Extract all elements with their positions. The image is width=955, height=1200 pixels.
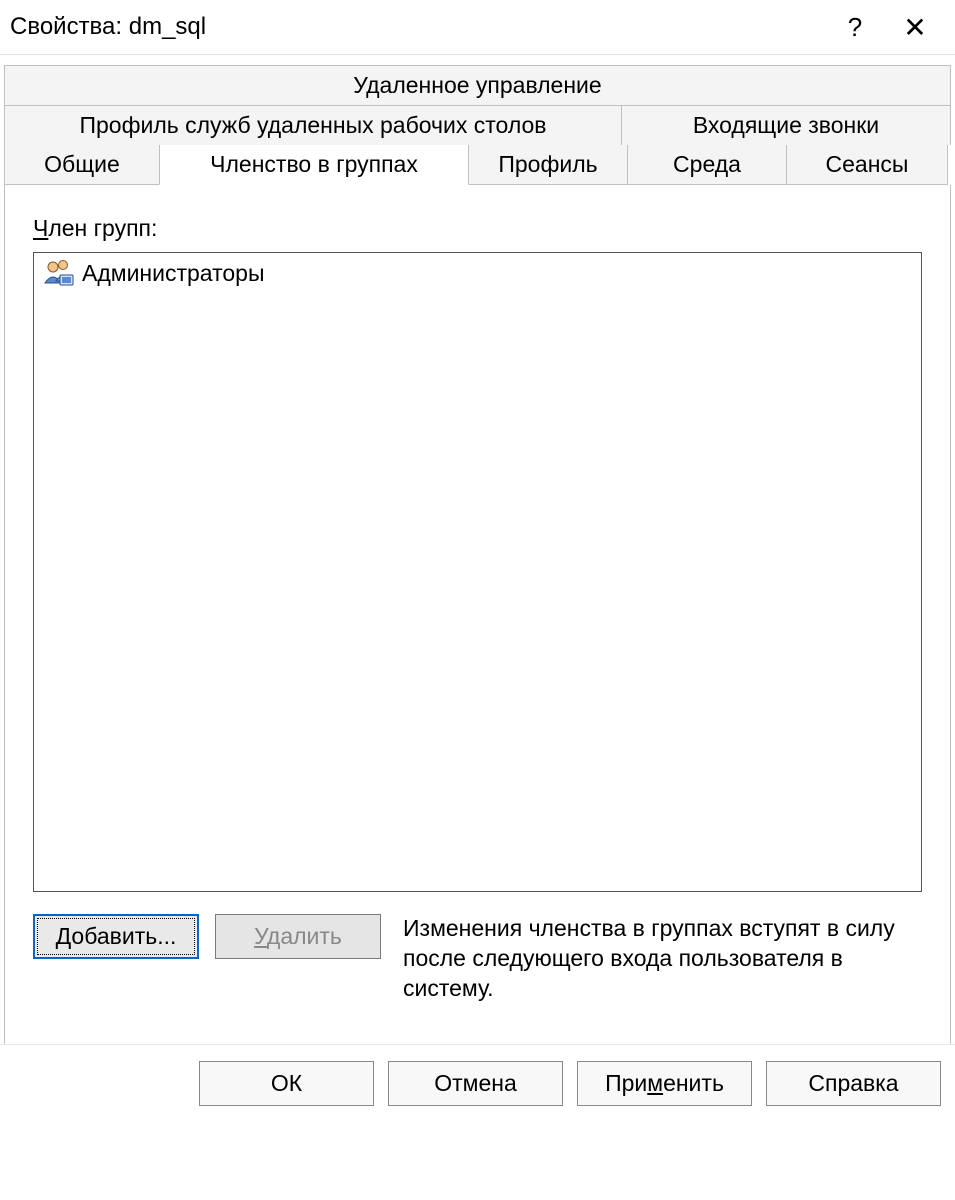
apply-button[interactable]: Применить — [577, 1061, 752, 1106]
cancel-button[interactable]: Отмена — [388, 1061, 563, 1106]
close-icon[interactable]: ✕ — [885, 11, 945, 44]
tab-row-1: Удаленное управление — [4, 65, 951, 105]
dialog-body: Удаленное управление Профиль служб удале… — [0, 54, 955, 1124]
tab-container: Удаленное управление Профиль служб удале… — [0, 55, 955, 185]
tab-membership[interactable]: Членство в группах — [159, 145, 469, 185]
help-icon[interactable]: ? — [825, 12, 885, 43]
tab-rds-profile[interactable]: Профиль служб удаленных рабочих столов — [4, 105, 622, 145]
remove-button: Удалить — [215, 914, 381, 959]
groups-listbox[interactable]: Администраторы — [33, 252, 922, 892]
add-button[interactable]: Добавить... — [33, 914, 199, 959]
membership-hint: Изменения членства в группах вступят в с… — [397, 914, 922, 1004]
list-actions-row: Добавить... Удалить Изменения членства в… — [33, 914, 922, 1004]
help-button[interactable]: Справка — [766, 1061, 941, 1106]
tab-general[interactable]: Общие — [4, 145, 160, 185]
tab-sessions[interactable]: Сеансы — [786, 145, 948, 185]
window-title: Свойства: dm_sql — [10, 13, 825, 41]
tab-row-3: Общие Членство в группах Профиль Среда С… — [4, 145, 951, 185]
tab-incoming-calls[interactable]: Входящие звонки — [621, 105, 951, 145]
list-item-label: Администраторы — [82, 260, 264, 287]
group-icon — [42, 257, 74, 289]
tab-row-2: Профиль служб удаленных рабочих столов В… — [4, 105, 951, 145]
tab-remote-management[interactable]: Удаленное управление — [4, 65, 951, 105]
titlebar: Свойства: dm_sql ? ✕ — [0, 0, 955, 54]
tab-environment[interactable]: Среда — [627, 145, 787, 185]
list-item[interactable]: Администраторы — [34, 253, 921, 293]
member-of-label: Член групп: — [33, 215, 922, 242]
ok-button[interactable]: ОК — [199, 1061, 374, 1106]
dialog-footer: ОК Отмена Применить Справка — [0, 1044, 955, 1124]
tab-profile[interactable]: Профиль — [468, 145, 628, 185]
tab-content-membership: Член групп: Администраторы Добавить... — [4, 185, 951, 1109]
